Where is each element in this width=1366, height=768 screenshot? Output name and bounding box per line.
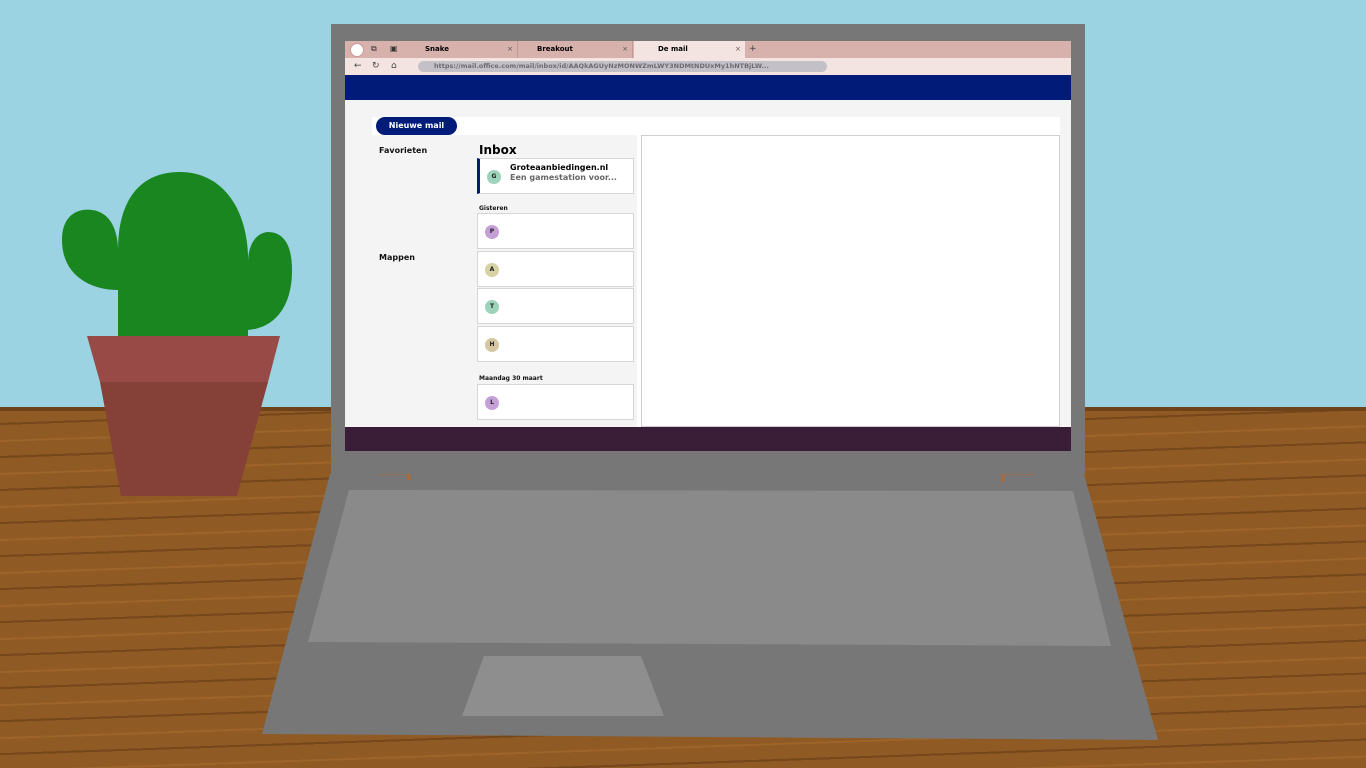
- keyboard-area: [308, 490, 1111, 646]
- close-icon[interactable]: ×: [735, 41, 741, 58]
- tab-label: De mail: [658, 45, 688, 53]
- mail-header-bar: [345, 75, 1071, 100]
- home-icon[interactable]: ⌂: [391, 60, 397, 72]
- tab-de-mail[interactable]: De mail ×: [634, 41, 745, 58]
- tab-label: Breakout: [537, 45, 573, 53]
- message-preview: Een gamestation voor...: [510, 173, 617, 182]
- list-item[interactable]: H: [477, 326, 634, 362]
- browser-tab-bar: ⧉ ▣ Snake × Breakout × De mail × +: [345, 41, 1071, 58]
- new-mail-button[interactable]: Nieuwe mail: [376, 117, 457, 135]
- close-icon[interactable]: ×: [622, 41, 628, 58]
- mail-content: Nieuwe mail Favorieten Mappen G Groteaan…: [372, 117, 1060, 427]
- avatar: L: [485, 396, 499, 410]
- group-label-date: Maandag 30 maart: [479, 375, 543, 382]
- list-item[interactable]: T: [477, 288, 634, 324]
- avatar: P: [485, 225, 499, 239]
- list-item[interactable]: A: [477, 251, 634, 287]
- tab-actions-icon[interactable]: ▣: [390, 44, 398, 54]
- sender-name: Groteaanbiedingen.nl: [510, 163, 609, 172]
- profile-button[interactable]: [350, 43, 364, 57]
- avatar: H: [485, 338, 499, 352]
- reload-icon[interactable]: ↻: [372, 60, 380, 72]
- mail-app: Nieuwe mail Favorieten Mappen G Groteaan…: [345, 100, 1071, 427]
- laptop-screen: ⧉ ▣ Snake × Breakout × De mail × + ← ↻ ⌂…: [345, 41, 1071, 451]
- folder-pane: Favorieten Mappen: [372, 135, 477, 427]
- collections-icon[interactable]: ⧉: [371, 44, 377, 54]
- folders-heading[interactable]: Mappen: [379, 253, 415, 262]
- list-item[interactable]: P: [477, 213, 634, 249]
- list-item[interactable]: G Groteaanbiedingen.nl Een gamestation v…: [477, 158, 634, 194]
- close-icon[interactable]: ×: [507, 41, 513, 58]
- avatar: A: [485, 263, 499, 277]
- address-bar-row: ← ↻ ⌂ https://mail.office.com/mail/inbox…: [345, 58, 1071, 75]
- new-tab-button[interactable]: +: [749, 41, 757, 58]
- message-list: G Groteaanbiedingen.nl Een gamestation v…: [477, 135, 637, 427]
- group-label-yesterday: Gisteren: [479, 205, 508, 212]
- url-field[interactable]: https://mail.office.com/mail/inbox/id/AA…: [418, 61, 827, 72]
- desk-scene: ⧉ ▣ Snake × Breakout × De mail × + ← ↻ ⌂…: [0, 0, 1366, 768]
- favorites-heading[interactable]: Favorieten: [379, 146, 427, 155]
- back-arrow-icon[interactable]: ←: [354, 60, 362, 72]
- tab-snake[interactable]: Snake ×: [407, 41, 518, 58]
- reading-pane: [641, 135, 1060, 427]
- trackpad[interactable]: [462, 656, 664, 716]
- avatar: G: [487, 170, 501, 184]
- mail-footer-bar: [345, 427, 1071, 451]
- tab-breakout[interactable]: Breakout ×: [519, 41, 633, 58]
- avatar: T: [485, 300, 499, 314]
- tab-label: Snake: [425, 45, 449, 53]
- list-item[interactable]: L: [477, 384, 634, 420]
- page-title: Inbox: [479, 143, 517, 157]
